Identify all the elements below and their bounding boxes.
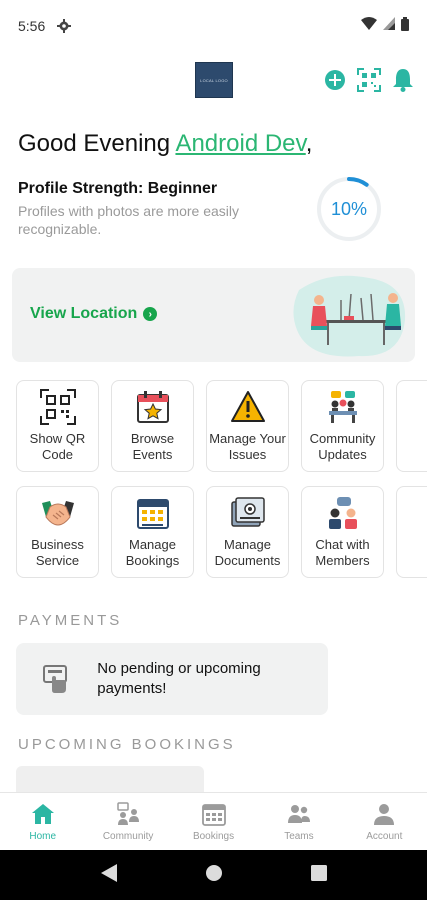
profile-strength: Profile Strength: Beginner Profiles with… xyxy=(18,180,308,238)
more-actions-tile[interactable] xyxy=(396,380,427,472)
notification-bell-icon[interactable] xyxy=(391,68,415,92)
top-bar: LOCAL LOGO xyxy=(0,60,427,104)
qr-scan-icon[interactable] xyxy=(357,68,381,92)
wifi-icon xyxy=(361,17,377,35)
quick-actions-row-1: Show QR Code Browse Events Manage Your I… xyxy=(16,380,427,472)
greeting-suffix: , xyxy=(305,130,313,157)
payment-terminal-icon xyxy=(42,664,71,694)
greeting-prefix: Good Evening xyxy=(18,130,176,157)
bottom-navigation: Home Community Bookings Teams Account xyxy=(0,792,427,850)
no-payments-message: No pending or upcoming payments! xyxy=(97,660,261,697)
recents-icon[interactable] xyxy=(310,864,327,886)
status-bar: 5:56 xyxy=(0,0,427,52)
battery-icon xyxy=(401,16,409,36)
documents-icon xyxy=(230,495,266,531)
nav-label-account: Account xyxy=(366,831,403,842)
tile-label: Business Service xyxy=(31,537,84,568)
show-qr-code-tile[interactable]: Show QR Code xyxy=(16,380,99,472)
community-meeting-icon xyxy=(325,389,361,425)
nav-item-community[interactable]: Community xyxy=(85,793,170,850)
view-location-label: View Location xyxy=(30,305,138,322)
nav-label-community: Community xyxy=(102,831,154,842)
tile-label: Manage Bookings xyxy=(125,537,180,568)
booking-calendar-icon xyxy=(135,495,171,531)
chevron-right-icon: › xyxy=(143,307,158,321)
payments-section-title: PAYMENTS xyxy=(18,612,123,629)
profile-strength-subtitle: Profiles with photos are more easily rec… xyxy=(18,203,239,237)
profile-strength-title: Profile Strength: Beginner xyxy=(18,180,218,197)
tile-label: Community Updates xyxy=(309,431,376,462)
home-button-icon[interactable] xyxy=(205,864,223,887)
manage-documents-tile[interactable]: Manage Documents xyxy=(206,486,289,578)
home-icon xyxy=(31,804,54,824)
upcoming-bookings-section-title: UPCOMING BOOKINGS xyxy=(18,736,236,753)
quick-actions-row-2: Business Service Manage Bookings Manage … xyxy=(16,486,427,578)
status-time: 5:56 xyxy=(18,18,46,34)
profile-progress-label: 10% xyxy=(330,198,368,219)
meeting-illustration xyxy=(289,270,409,362)
teams-icon xyxy=(287,805,310,823)
tile-label: Manage Documents xyxy=(214,537,281,568)
account-icon xyxy=(374,804,395,825)
tile-label: Show QR Code xyxy=(29,431,86,462)
chat-with-members-tile[interactable]: Chat with Members xyxy=(301,486,384,578)
tile-label: Manage Your Issues xyxy=(209,431,286,462)
manage-issues-tile[interactable]: Manage Your Issues xyxy=(206,380,289,472)
bookings-icon xyxy=(201,804,226,826)
nav-label-home: Home xyxy=(29,831,57,842)
back-icon[interactable] xyxy=(100,863,117,887)
location-banner[interactable]: View Location › xyxy=(12,268,415,362)
user-name-link[interactable]: Android Dev xyxy=(175,130,305,157)
qr-code-icon xyxy=(39,389,76,425)
browse-events-tile[interactable]: Browse Events xyxy=(111,380,194,472)
manage-bookings-tile[interactable]: Manage Bookings xyxy=(111,486,194,578)
nav-item-home[interactable]: Home xyxy=(0,793,85,850)
profile-progress-ring[interactable]: 10% xyxy=(316,176,382,242)
calendar-star-icon xyxy=(135,389,171,425)
view-location-link[interactable]: View Location › xyxy=(30,305,158,323)
tile-label: Chat with Members xyxy=(315,537,370,568)
add-circle-icon[interactable] xyxy=(323,68,347,92)
payments-card: No pending or upcoming payments! xyxy=(16,643,328,715)
organization-logo: LOCAL LOGO xyxy=(195,62,233,98)
nav-label-bookings: Bookings xyxy=(192,831,235,842)
signal-icon xyxy=(383,17,395,35)
tile-label: Browse Events xyxy=(130,431,175,462)
nav-item-teams[interactable]: Teams xyxy=(256,793,341,850)
nav-label-teams: Teams xyxy=(284,831,314,842)
warning-icon xyxy=(230,389,266,425)
nav-item-account[interactable]: Account xyxy=(342,793,427,850)
more-actions-tile[interactable] xyxy=(396,486,427,578)
community-icon xyxy=(117,802,140,825)
chat-members-icon xyxy=(325,495,361,531)
nav-item-bookings[interactable]: Bookings xyxy=(171,793,256,850)
system-navigation-bar xyxy=(0,850,427,900)
handshake-icon xyxy=(40,495,76,531)
business-service-tile[interactable]: Business Service xyxy=(16,486,99,578)
settings-gear-icon xyxy=(57,19,72,33)
logo-text: LOCAL LOGO xyxy=(200,77,228,83)
greeting-heading: Good Evening Android Dev, xyxy=(18,130,312,158)
community-updates-tile[interactable]: Community Updates xyxy=(301,380,384,472)
